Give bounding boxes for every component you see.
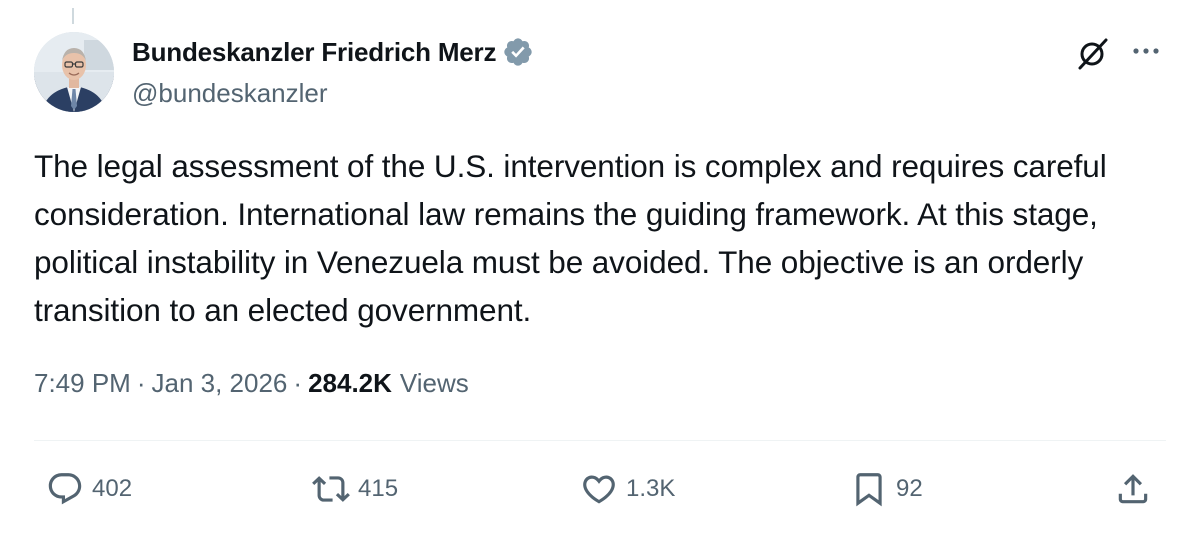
- like-count: 1.3K: [626, 475, 676, 502]
- avatar-photo: [34, 32, 114, 112]
- reply-count: 402: [92, 475, 133, 502]
- tweet-metadata: 7:49 PM · Jan 3, 2026 · 284.2K Views: [34, 368, 469, 399]
- like-button[interactable]: 1.3K: [580, 470, 675, 508]
- more-horizontal-icon: [1133, 48, 1159, 54]
- more-options-button[interactable]: [1126, 36, 1166, 66]
- meta-separator: ·: [293, 368, 303, 398]
- share-button[interactable]: [1114, 470, 1152, 508]
- heart-icon: [583, 475, 615, 504]
- share-icon: [1118, 474, 1148, 504]
- grok-slash-icon: [1078, 38, 1108, 70]
- avatar[interactable]: [34, 32, 114, 112]
- tweet-date[interactable]: Jan 3, 2026: [152, 368, 288, 399]
- views-label: Views: [399, 368, 469, 398]
- thread-connector-line: [72, 8, 74, 24]
- bookmark-icon: [856, 473, 882, 507]
- tweet-card: Bundeskanzler Friedrich Merz @bundeskanz…: [0, 0, 1198, 538]
- meta-separator: ·: [136, 368, 146, 398]
- author-handle[interactable]: @bundeskanzler: [132, 78, 328, 109]
- reply-icon: [48, 473, 82, 505]
- reply-button[interactable]: 402: [46, 470, 132, 508]
- views-count[interactable]: 284.2K: [308, 368, 392, 399]
- repost-icon: [312, 476, 350, 502]
- author-name-row: Bundeskanzler Friedrich Merz: [132, 36, 534, 68]
- tweet-time[interactable]: 7:49 PM: [34, 368, 131, 399]
- bookmark-button[interactable]: 92: [850, 470, 923, 508]
- repost-button[interactable]: 415: [312, 470, 398, 508]
- repost-count: 415: [358, 475, 399, 502]
- author-display-name[interactable]: Bundeskanzler Friedrich Merz: [132, 37, 496, 68]
- tweet-text: The legal assessment of the U.S. interve…: [34, 148, 1107, 328]
- grok-button[interactable]: [1072, 34, 1112, 74]
- divider: [34, 440, 1166, 441]
- bookmark-count: 92: [896, 475, 923, 502]
- verified-badge-icon[interactable]: [502, 36, 534, 68]
